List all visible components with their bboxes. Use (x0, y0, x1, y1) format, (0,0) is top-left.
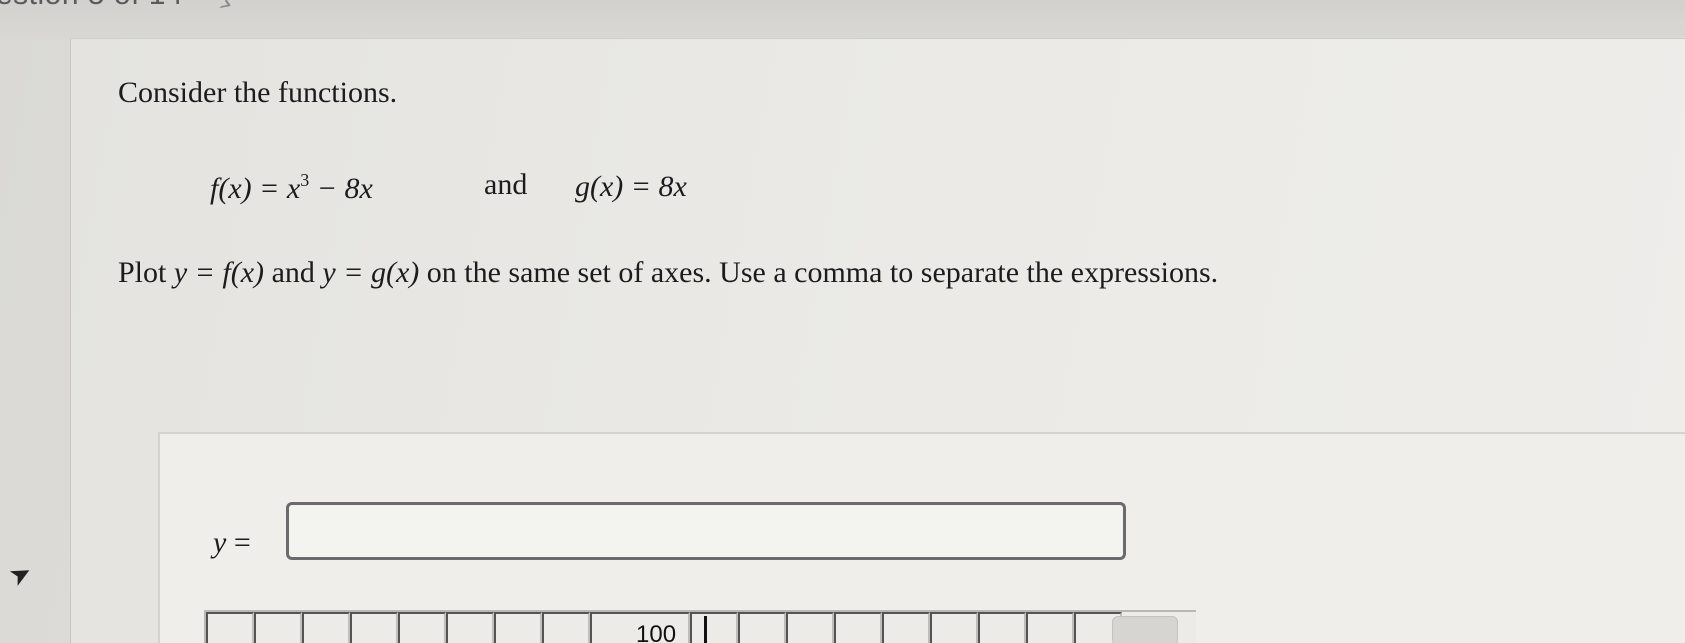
f-rest: − 8x (309, 172, 373, 205)
answer-label-eq: = (226, 526, 251, 559)
keypad-key[interactable] (542, 612, 590, 643)
question-instructions: Plot y = f(x) and y = g(x) on the same s… (118, 256, 1218, 290)
f-exponent: 3 (300, 170, 310, 190)
answer-label-y: y (213, 526, 227, 559)
keypad-key[interactable] (738, 612, 786, 643)
chevron-right-icon[interactable]: › (212, 0, 242, 18)
f-lhs: f(x) = x (210, 172, 301, 205)
function-f-definition: f(x) = x3 − 8x (210, 170, 373, 206)
text-cursor (704, 616, 707, 643)
keypad-key[interactable] (690, 612, 738, 643)
keypad-key[interactable] (446, 612, 494, 643)
keypad-key[interactable] (302, 612, 350, 643)
question-intro: Consider the functions. (118, 76, 398, 109)
keypad-key[interactable] (254, 612, 302, 643)
instr-part-3: on the same set of axes. Use a comma to … (419, 256, 1219, 289)
keypad-key[interactable] (494, 612, 542, 643)
keypad-key[interactable] (834, 612, 882, 643)
instr-part-1: Plot (118, 256, 174, 289)
keypad-key[interactable] (930, 612, 978, 643)
instr-y-f: y = f(x) (173, 256, 265, 289)
keypad-key[interactable] (978, 612, 1026, 643)
keypad-toggle-button[interactable] (1112, 616, 1178, 643)
answer-input[interactable] (286, 502, 1126, 560)
function-g-definition: g(x) = 8x (575, 170, 687, 203)
and-word: and (484, 168, 528, 201)
keypad-key[interactable] (398, 612, 446, 643)
question-counter: estion 5 of 14 (0, 0, 183, 12)
keypad-key[interactable] (350, 612, 398, 643)
answer-label: y = (213, 526, 251, 560)
keypad-key[interactable] (206, 612, 254, 643)
zoom-level-key[interactable]: 100 (590, 612, 690, 643)
instr-y-g: y = g(x) (322, 256, 420, 289)
screen: estion 5 of 14 › Consider the functions.… (0, 0, 1685, 643)
top-bar: estion 5 of 14 › (0, 0, 1685, 40)
instr-part-2: and (264, 256, 323, 289)
mouse-pointer-icon: ➤ (4, 556, 38, 594)
keypad-key[interactable] (786, 612, 834, 643)
math-keypad: 100 (204, 610, 1196, 643)
keypad-key[interactable] (1026, 612, 1074, 643)
keypad-key[interactable] (882, 612, 930, 643)
